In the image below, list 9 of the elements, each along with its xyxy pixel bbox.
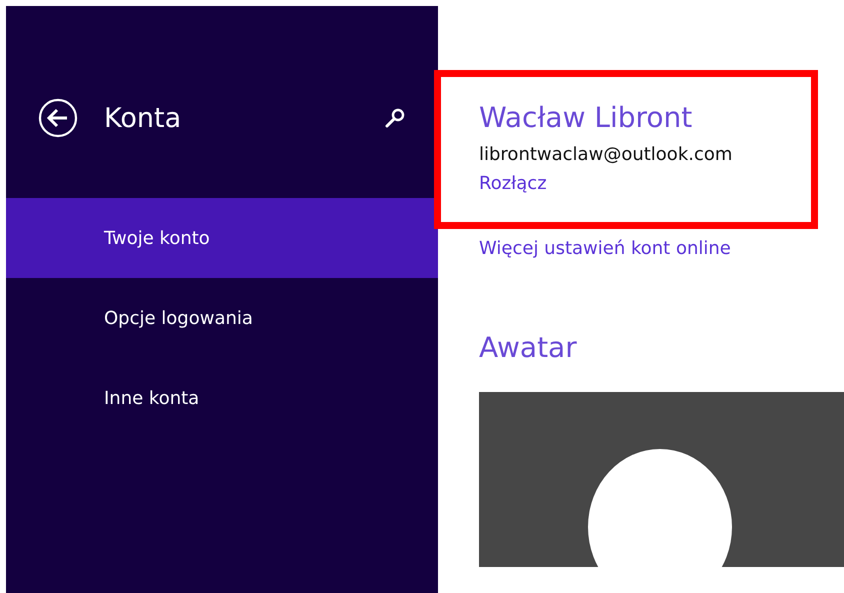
account-email: librontwaclaw@outlook.com: [479, 144, 734, 165]
sidebar-item[interactable]: Inne konta: [6, 358, 438, 438]
sidebar-item[interactable]: Twoje konto: [6, 198, 438, 278]
account-name: Wacław Libront: [479, 100, 694, 136]
online-accounts-link[interactable]: Więcej ustawień kont online: [479, 238, 731, 259]
section-heading: Awatar: [479, 331, 578, 364]
disconnect-link[interactable]: Rozłącz: [479, 173, 547, 194]
page-title: Konta: [104, 102, 182, 134]
sidebar-item[interactable]: Opcje logowania: [6, 278, 438, 358]
